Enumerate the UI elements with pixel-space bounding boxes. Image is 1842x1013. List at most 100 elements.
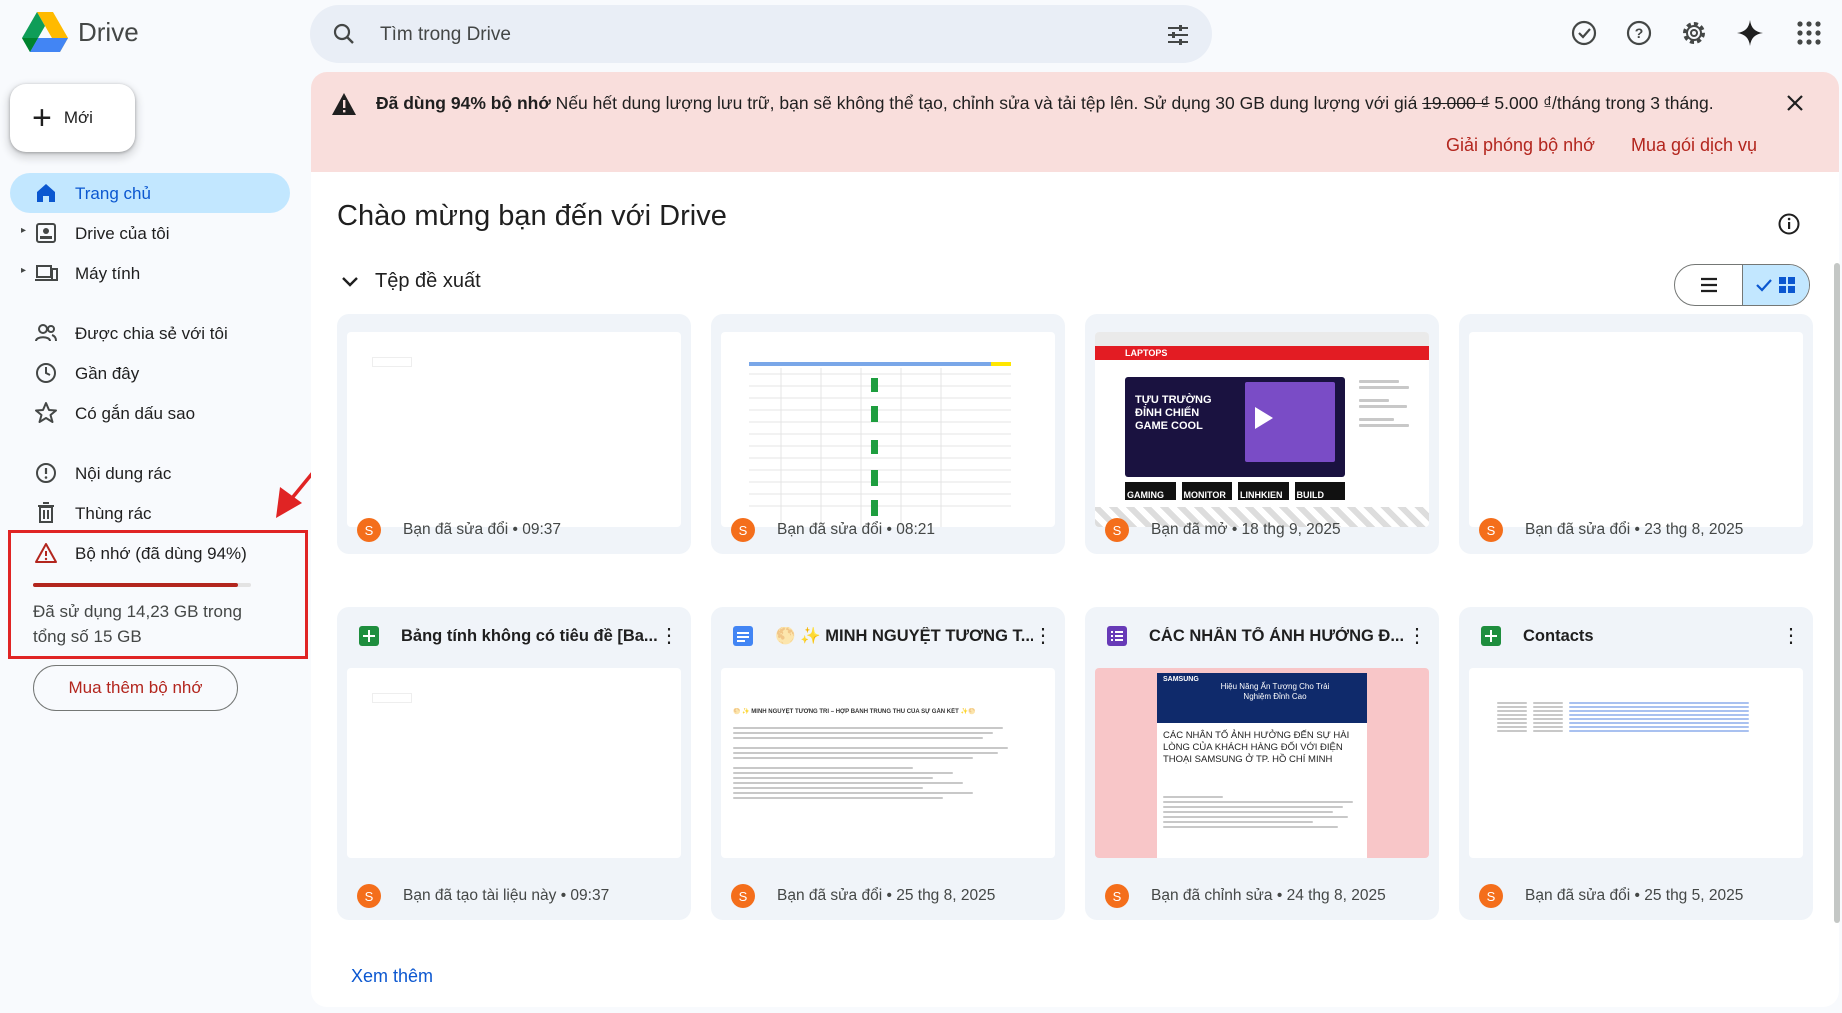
drive-logo[interactable]: Drive [22,12,139,52]
sidebar-item-shared[interactable]: Được chia sẻ với tôi [10,313,290,353]
sidebar-item-label: Drive của tôi [75,224,170,243]
more-options-icon[interactable]: ⋮ [1033,626,1053,646]
list-view-button[interactable] [1675,265,1742,305]
page-title: Chào mừng bạn đến với Drive [337,200,727,232]
app-name: Drive [78,16,139,47]
more-options-icon[interactable]: ⋮ [1407,626,1427,646]
sidebar-item-label: Gần đây [75,364,140,383]
expand-caret-icon[interactable]: ▸ [21,225,26,236]
expand-caret-icon[interactable]: ▸ [21,265,26,276]
file-meta: S Bạn đã sửa đổi • 23 thg 8, 2025 [1479,506,1743,554]
clock-icon [36,363,56,383]
file-card[interactable]: S Bạn đã sửa đổi • 09:37 [337,314,691,554]
computers-icon [35,265,58,281]
file-thumbnail [347,668,681,858]
spreadsheet-preview [749,362,1011,527]
buy-storage-button[interactable]: Mua thêm bộ nhớ [33,665,238,711]
grid-view-button[interactable] [1742,265,1809,305]
sidebar-item-label: Máy tính [75,264,141,283]
svg-text:?: ? [1635,25,1644,41]
suggested-files-header[interactable]: Tệp đề xuất [341,270,481,293]
file-meta: S Bạn đã mở • 18 thg 9, 2025 [1105,506,1341,554]
laptop-brand-label: LAPTOPS [1125,348,1168,358]
more-options-icon[interactable]: ⋮ [1781,626,1801,646]
sidebar-item-computers[interactable]: ▸ Máy tính [10,253,290,293]
file-title: Contacts [1523,626,1594,645]
view-toggle[interactable] [1674,264,1810,306]
scrollbar[interactable] [1834,263,1840,923]
forms-icon [1107,626,1127,646]
search-input[interactable]: Tìm trong Drive [380,24,511,46]
sidebar-item-starred[interactable]: Có gắn dấu sao [10,393,290,433]
help-icon[interactable]: ? [1625,19,1653,47]
settings-icon[interactable] [1680,19,1708,47]
shared-icon [35,324,57,342]
sidebar-item-my-drive[interactable]: ▸ Drive của tôi [10,213,290,253]
sidebar-item-trash[interactable]: Thùng rác [10,493,290,533]
warning-icon [332,93,356,115]
avatar: S [1105,518,1129,542]
file-thumbnail [347,332,681,527]
info-icon[interactable] [1777,212,1801,236]
storage-usage-bar [33,583,251,587]
gemini-icon[interactable] [1736,19,1764,47]
file-title: Bảng tính không có tiêu đề [Ba... [401,626,658,645]
free-up-storage-link[interactable]: Giải phóng bộ nhớ [1446,135,1595,156]
banner-bold: Đã dùng 94% bộ nhớ [376,93,551,113]
new-button[interactable]: + Mới [10,84,135,152]
list-view-icon [1700,277,1717,293]
spam-icon [36,463,56,483]
sheets-icon [1481,626,1501,646]
file-meta-text: Bạn đã sửa đổi • 25 thg 5, 2025 [1525,887,1744,904]
file-meta: S Bạn đã sửa đổi • 25 thg 5, 2025 [1479,872,1743,920]
laptop-banner-label: TỰU TRƯỜNG ĐỈNH CHIẾN GAME COOL [1135,394,1212,432]
laptop-tile-label: BUILD [1294,482,1345,500]
chevron-down-icon[interactable] [341,276,359,288]
laptop-tile-label: MONITOR [1181,482,1232,500]
star-icon [35,402,57,423]
file-card[interactable]: CÁC NHÂN TỐ ẢNH HƯỞNG Đ... ⋮ SAMSUNG Hiệ… [1085,607,1439,920]
file-thumbnail: 🌕 ✨ MINH NGUYỆT TƯƠNG TRI – HỢP BÁNH TRU… [721,668,1055,858]
sidebar-item-home[interactable]: Trang chủ [10,173,290,213]
file-card[interactable]: 🌕 ✨ MINH NGUYỆT TƯƠNG T... ⋮ 🌕 ✨ MINH NG… [711,607,1065,920]
sidebar-item-recent[interactable]: Gần đây [10,353,290,393]
search-bar[interactable]: Tìm trong Drive [310,5,1212,63]
section-title: Tệp đề xuất [375,270,481,292]
storage-usage-fill [33,583,238,587]
apps-grid-icon[interactable] [1795,19,1823,47]
file-card[interactable]: S Bạn đã sửa đổi • 08:21 [711,314,1065,554]
file-thumbnail [721,332,1055,527]
more-options-icon[interactable]: ⋮ [659,626,679,646]
file-title: 🌕 ✨ MINH NGUYỆT TƯƠNG T... [775,626,1033,645]
plus-icon: + [32,99,52,137]
search-icon[interactable] [332,22,356,46]
file-card[interactable]: Contacts ⋮ S Bạn đã sửa đổi • 25 thg 5, … [1459,607,1813,920]
top-bar: Drive Tìm trong Drive ? [0,0,1842,66]
banner-message: Đã dùng 94% bộ nhớ Nếu hết dung lượng lư… [376,93,1714,114]
banner-old-price: 19.000 ₫ [1422,93,1490,113]
close-icon[interactable] [1786,94,1804,112]
file-meta-text: Bạn đã sửa đổi • 08:21 [777,521,935,538]
file-meta-text: Bạn đã mở • 18 thg 9, 2025 [1151,521,1341,538]
sidebar-item-label: Nội dung rác [75,464,172,483]
file-card[interactable]: S Bạn đã sửa đổi • 23 thg 8, 2025 [1459,314,1813,554]
file-title-row: CÁC NHÂN TỐ ẢNH HƯỞNG Đ... ⋮ [1107,623,1427,649]
file-meta-text: Bạn đã tạo tài liệu này • 09:37 [403,887,610,904]
search-options-icon[interactable] [1166,23,1190,47]
file-thumbnail [1469,668,1803,858]
see-more-link[interactable]: Xem thêm [351,966,433,987]
banner-text: Nếu hết dung lượng lưu trữ, bạn sẽ không… [550,93,1423,113]
sidebar-item-label: Được chia sẻ với tôi [75,324,228,343]
buy-plan-link[interactable]: Mua gói dịch vụ [1631,135,1757,156]
file-card[interactable]: LAPTOPS TỰU TRƯỜNG ĐỈNH CHIẾN GAME COOL … [1085,314,1439,554]
sidebar-item-spam[interactable]: Nội dung rác [10,453,290,493]
form-brand-label: SAMSUNG [1163,676,1199,683]
check-icon [1756,279,1772,292]
home-icon [37,184,55,202]
ready-offline-icon[interactable] [1570,19,1598,47]
file-meta-text: Bạn đã sửa đổi • 09:37 [403,521,561,538]
file-card[interactable]: Bảng tính không có tiêu đề [Ba... ⋮ S Bạ… [337,607,691,920]
new-button-label: Mới [63,108,93,127]
sidebar-item-label: Thùng rác [75,504,152,523]
storage-usage-text: Đã sử dụng 14,23 GB trong tổng số 15 GB [33,602,242,646]
